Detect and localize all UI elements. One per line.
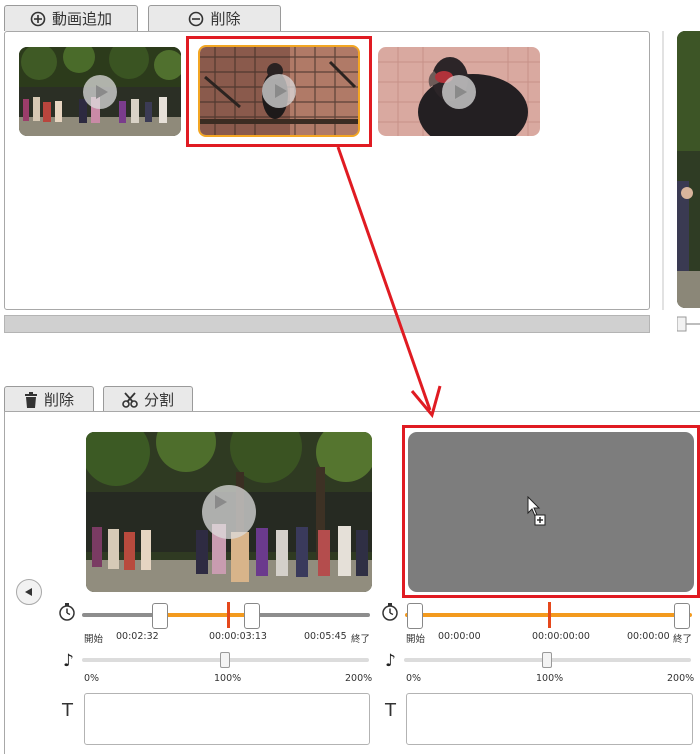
clip1-end-label: 終了 — [351, 634, 371, 645]
clip2-end-label: 終了 — [673, 634, 693, 645]
clip2-start-time: 00:00:00 — [438, 631, 481, 642]
clip1-start-label: 開始 — [84, 634, 104, 645]
left-arrow-icon — [25, 588, 32, 596]
trim-selected-range — [160, 613, 252, 617]
clip1-current-time: 00:00:03:13 — [209, 631, 267, 642]
delete-video-tab[interactable]: 削除 — [148, 5, 281, 31]
clip2-vol-min: 0% — [406, 673, 422, 684]
preview-slider[interactable] — [676, 316, 700, 332]
clip2-volume-handle[interactable] — [542, 652, 552, 668]
delete-clip-tab[interactable]: 削除 — [4, 386, 94, 412]
scissors-icon — [122, 391, 138, 408]
preview-scene-image — [677, 31, 700, 308]
add-video-tab[interactable]: 動画追加 — [4, 5, 138, 31]
clip2-end-time: 00:00:00 — [627, 631, 670, 642]
clip1-text-label: T — [62, 700, 73, 721]
scroll-left-button[interactable] — [16, 579, 42, 605]
video-thumbnail-park[interactable] — [19, 47, 181, 136]
clip2-vol-mid: 100% — [536, 673, 564, 684]
drag-copy-cursor-icon — [527, 495, 549, 531]
panel-splitter[interactable] — [662, 31, 664, 310]
delete-clip-label: 削除 — [43, 391, 74, 409]
split-clip-label: 分割 — [143, 391, 174, 409]
clip1-vol-max: 200% — [345, 673, 373, 684]
minus-circle-icon — [188, 11, 204, 27]
clip2-current-time: 00:00:00:00 — [532, 631, 590, 642]
clip2-vol-max: 200% — [667, 673, 695, 684]
stopwatch-icon — [381, 602, 399, 627]
clip2-text-input[interactable] — [406, 693, 693, 745]
split-clip-tab[interactable]: 分割 — [103, 386, 193, 412]
trim-end-handle[interactable] — [674, 603, 690, 629]
trim-end-handle[interactable] — [244, 603, 260, 629]
trash-icon — [24, 391, 38, 408]
clip1-text-input[interactable] — [84, 693, 370, 745]
trim-start-handle[interactable] — [152, 603, 168, 629]
clip1-vol-min: 0% — [84, 673, 100, 684]
music-note-icon: ♪ — [385, 651, 396, 671]
video-thumbnail-bird-closeup[interactable] — [378, 47, 540, 136]
play-icon — [83, 74, 117, 109]
playhead-marker — [227, 602, 230, 628]
clip1-start-time: 00:02:32 — [116, 631, 159, 642]
music-note-icon: ♪ — [63, 651, 74, 671]
clip1-trim-slider[interactable] — [82, 600, 370, 630]
timeline-clip-park[interactable] — [86, 432, 372, 592]
library-horizontal-scrollbar[interactable] — [4, 315, 650, 333]
plus-circle-icon — [30, 11, 46, 27]
drop-target-highlight-box — [402, 425, 700, 598]
clip2-start-label: 開始 — [406, 634, 426, 645]
clip1-volume-handle[interactable] — [220, 652, 230, 668]
add-video-label: 動画追加 — [51, 10, 112, 28]
delete-video-label: 削除 — [210, 10, 241, 28]
trim-start-handle[interactable] — [407, 603, 423, 629]
clip1-vol-mid: 100% — [214, 673, 242, 684]
play-icon — [442, 74, 476, 109]
clip2-trim-slider[interactable] — [405, 600, 692, 630]
selection-highlight-box — [186, 36, 372, 147]
play-icon — [202, 485, 256, 539]
preview-thumbnail-partial — [677, 31, 700, 308]
stopwatch-icon — [58, 602, 76, 627]
playhead-marker — [548, 602, 551, 628]
clip1-end-time: 00:05:45 — [304, 631, 347, 642]
clip2-text-label: T — [385, 700, 396, 721]
